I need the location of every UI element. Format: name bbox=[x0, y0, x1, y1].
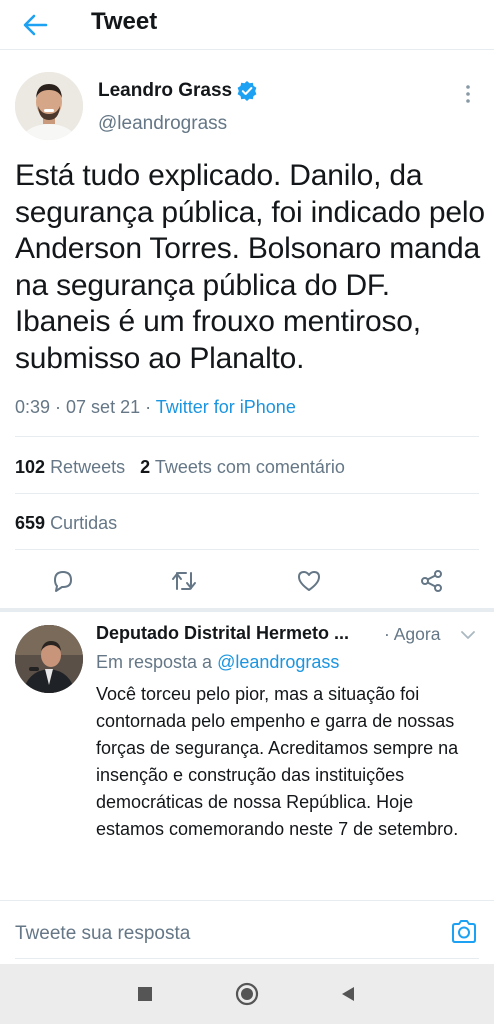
tweet-meta: 0:39 · 07 set 21 · Twitter for iPhone bbox=[15, 397, 296, 418]
author-avatar[interactable] bbox=[15, 72, 83, 140]
retweets-count[interactable]: 102 bbox=[15, 457, 45, 477]
in-reply-prefix: Em resposta a bbox=[96, 652, 218, 672]
nav-square-icon bbox=[138, 987, 152, 1001]
retweets-label[interactable]: Retweets bbox=[50, 457, 125, 477]
reply-avatar-image bbox=[15, 625, 83, 693]
back-button[interactable] bbox=[18, 8, 52, 42]
camera-icon[interactable] bbox=[449, 917, 479, 947]
reply-author-avatar[interactable] bbox=[15, 625, 83, 693]
nav-back-icon bbox=[342, 987, 354, 1001]
avatar-image bbox=[15, 72, 83, 140]
author-name[interactable]: Leandro Grass bbox=[98, 80, 232, 102]
like-icon bbox=[298, 571, 320, 591]
home-button[interactable] bbox=[233, 980, 261, 1008]
system-navigation-bar bbox=[0, 964, 494, 1024]
share-button[interactable] bbox=[417, 566, 447, 596]
chevron-down-icon[interactable] bbox=[459, 626, 477, 644]
page-title: Tweet bbox=[91, 8, 158, 35]
divider bbox=[15, 549, 479, 550]
nav-home-icon bbox=[235, 982, 259, 1006]
top-bar: Tweet bbox=[0, 0, 494, 50]
reply-author-name[interactable]: Deputado Distrital Hermeto ... bbox=[96, 623, 386, 644]
reply-input[interactable]: Tweete sua resposta bbox=[15, 923, 190, 945]
in-reply-to: Em resposta a @leandrograss bbox=[96, 652, 339, 673]
quotes-count[interactable]: 2 bbox=[140, 457, 150, 477]
quotes-label[interactable]: Tweets com comentário bbox=[155, 457, 345, 477]
like-button[interactable] bbox=[294, 566, 324, 596]
section-divider bbox=[0, 608, 494, 612]
in-reply-mention-link[interactable]: @leandrograss bbox=[217, 652, 339, 672]
reply-composer: Tweete sua resposta bbox=[0, 900, 494, 964]
reply-button[interactable] bbox=[48, 566, 78, 596]
like-stats: 659 Curtidas bbox=[15, 513, 117, 534]
retweet-stats: 102 Retweets 2 Tweets com comentário bbox=[15, 457, 345, 478]
divider bbox=[15, 436, 479, 437]
tweet-actions bbox=[0, 560, 494, 600]
retweet-button[interactable] bbox=[169, 566, 199, 596]
reply-icon bbox=[54, 571, 72, 592]
likes-label[interactable]: Curtidas bbox=[50, 513, 117, 533]
more-vertical-icon[interactable] bbox=[460, 82, 476, 106]
recent-apps-button[interactable] bbox=[131, 980, 159, 1008]
likes-count[interactable]: 659 bbox=[15, 513, 45, 533]
reply-text: Você torceu pelo pior, mas a situação fo… bbox=[96, 684, 459, 839]
back-arrow-icon bbox=[23, 14, 48, 36]
author-handle[interactable]: @leandrograss bbox=[98, 113, 227, 135]
divider bbox=[15, 493, 479, 494]
tweet-text: Está tudo explicado. Danilo, da seguranç… bbox=[15, 159, 485, 375]
verified-badge-icon bbox=[237, 81, 257, 101]
reply-timestamp: · Agora bbox=[384, 624, 441, 644]
share-icon bbox=[421, 570, 442, 592]
tweet-source-link[interactable]: Twitter for iPhone bbox=[156, 397, 296, 417]
back-nav-button[interactable] bbox=[334, 980, 362, 1008]
retweet-icon bbox=[172, 572, 196, 590]
tweet-timestamp: 0:39 · 07 set 21 · bbox=[15, 397, 156, 417]
input-underline bbox=[15, 958, 479, 959]
